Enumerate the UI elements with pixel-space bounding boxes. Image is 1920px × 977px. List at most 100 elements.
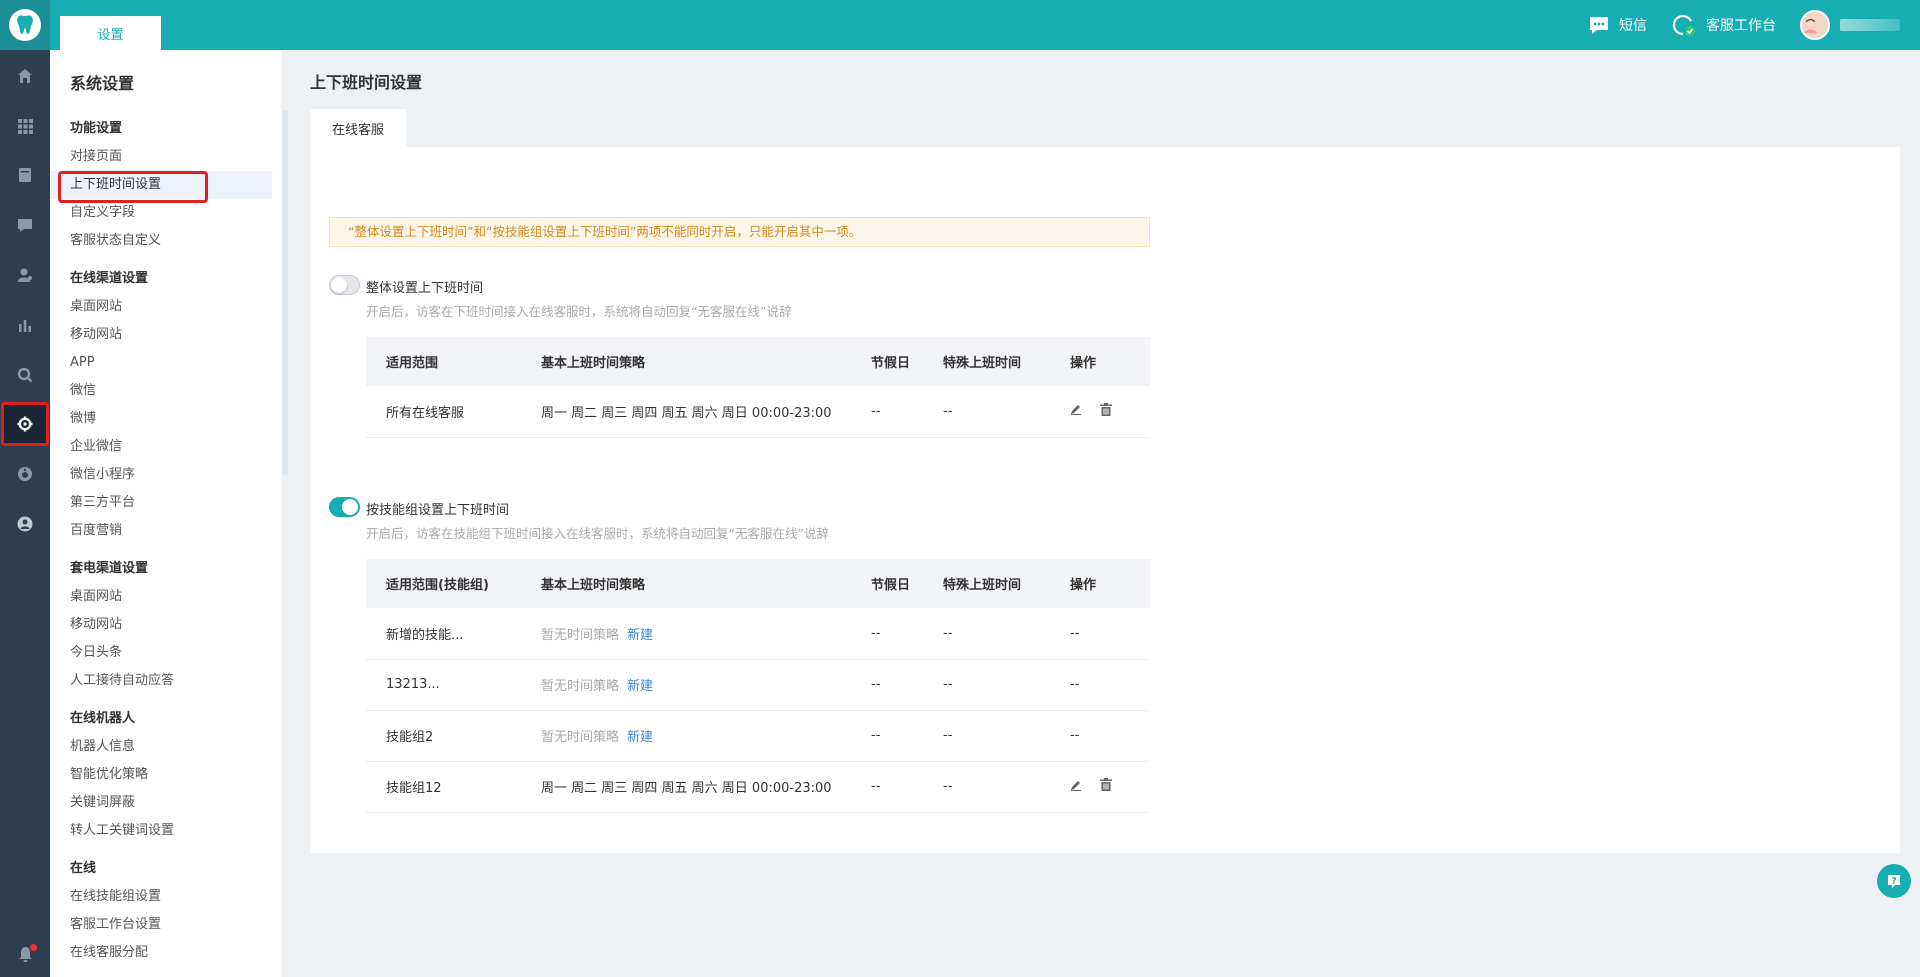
cell-scope: 所有在线客服 <box>366 386 521 438</box>
no-strategy-text: 暂无时间策略 <box>541 627 620 643</box>
sidebar-item-auto-reply[interactable]: 人工接待自动应答 <box>50 667 282 695</box>
sidebar-item-agent-status[interactable]: 客服状态自定义 <box>50 227 282 255</box>
delete-icon[interactable] <box>1100 402 1113 420</box>
stats-icon <box>19 320 31 332</box>
edit-icon[interactable] <box>1070 779 1082 795</box>
rail-notifications[interactable] <box>0 932 50 976</box>
cell-strategy: 暂无时间策略 新建 <box>521 608 851 660</box>
col-special: 特殊上班时间 <box>923 337 1050 386</box>
tooth-logo-icon <box>9 9 41 41</box>
table-row: 13213... 暂无时间策略 新建 -- -- -- <box>366 659 1150 711</box>
svg-text:?: ? <box>1891 877 1896 887</box>
rail-home[interactable] <box>0 54 50 98</box>
rail-user[interactable] <box>0 502 50 546</box>
sidebar-item-mobile-site[interactable]: 移动网站 <box>50 321 282 349</box>
rail-search[interactable] <box>0 353 50 397</box>
new-strategy-link[interactable]: 新建 <box>627 679 653 694</box>
cell-scope: 技能组12 <box>366 761 521 813</box>
section-feature-settings: 功能设置 <box>70 121 123 136</box>
settings-card: 在线客服 “整体设置上下班时间”和“按技能组设置上下班时间”两项不能同时开启，只… <box>310 109 1900 853</box>
help-button[interactable]: ? <box>1877 864 1911 898</box>
cell-special: -- <box>923 659 1050 711</box>
rail-documents[interactable] <box>0 153 50 197</box>
tab-settings[interactable]: 设置 <box>60 16 161 50</box>
rail-apps[interactable] <box>0 104 50 148</box>
col-holiday: 节假日 <box>851 559 923 608</box>
new-strategy-link[interactable]: 新建 <box>627 730 653 745</box>
rail-settings[interactable] <box>1 402 49 446</box>
search-icon <box>17 367 33 383</box>
sms-button[interactable]: 短信 <box>1588 15 1647 35</box>
sidebar-item-agent-allocation[interactable]: 在线客服分配 <box>50 939 282 967</box>
sidebar-item-lead-mobile[interactable]: 移动网站 <box>50 611 282 639</box>
edit-icon[interactable] <box>1070 403 1082 419</box>
sidebar-item-smart-strategy[interactable]: 智能优化策略 <box>50 761 282 789</box>
col-scope: 适用范围 <box>366 337 521 386</box>
cell-scope: 13213... <box>366 659 521 711</box>
avatar <box>1800 10 1830 40</box>
sidebar-item-custom-fields[interactable]: 自定义字段 <box>50 199 282 227</box>
new-strategy-link[interactable]: 新建 <box>627 628 653 643</box>
sidebar-item-wechat[interactable]: 微信 <box>50 377 282 405</box>
col-strategy: 基本上班时间策略 <box>521 559 851 608</box>
rail-chat[interactable] <box>0 203 50 247</box>
cell-holiday: -- <box>851 386 923 438</box>
table-row: 新增的技能... 暂无时间策略 新建 -- -- -- <box>366 608 1150 660</box>
cell-actions: -- <box>1050 608 1150 660</box>
cell-holiday: -- <box>851 710 923 762</box>
no-strategy-text: 暂无时间策略 <box>541 730 620 745</box>
workbench-label: 客服工作台 <box>1706 18 1776 34</box>
table-row: 所有在线客服 周一 周二 周三 周四 周五 周六 周日 00:00-23:00 … <box>366 386 1150 438</box>
col-actions: 操作 <box>1050 337 1150 386</box>
rail-stats[interactable] <box>0 303 50 347</box>
sidebar-item-robot-info[interactable]: 机器人信息 <box>50 733 282 761</box>
robot-icon <box>18 467 32 481</box>
tab-online-service[interactable]: 在线客服 <box>310 109 406 147</box>
sidebar-item-desktop-site[interactable]: 桌面网站 <box>50 293 282 321</box>
sidebar-item-weibo[interactable]: 微博 <box>50 405 282 433</box>
cell-special: -- <box>923 761 1050 813</box>
section-online: 在线 <box>70 861 97 876</box>
rail-visitors[interactable] <box>0 253 50 297</box>
cell-strategy: 周一 周二 周三 周四 周五 周六 周日 00:00-23:00 <box>521 386 851 438</box>
sidebar-item-skill-groups[interactable]: 在线技能组设置 <box>50 883 282 911</box>
cell-holiday: -- <box>851 608 923 660</box>
overall-toggle[interactable] <box>329 275 360 295</box>
col-special: 特殊上班时间 <box>923 559 1050 608</box>
sidebar-item-docking-page[interactable]: 对接页面 <box>50 143 282 171</box>
home-icon <box>18 69 32 83</box>
user-menu[interactable] <box>1800 10 1900 40</box>
chat-icon <box>18 218 32 232</box>
sidebar-item-lead-desktop[interactable]: 桌面网站 <box>50 583 282 611</box>
page-title: 上下班时间设置 <box>310 73 423 92</box>
cell-actions: -- <box>1050 710 1150 762</box>
table-row: 技能组12 周一 周二 周三 周四 周五 周六 周日 00:00-23:00 -… <box>366 761 1150 813</box>
workbench-button[interactable]: 客服工作台 <box>1671 13 1776 37</box>
group-toggle-desc: 开启后，访客在技能组下班时间接入在线客服时，系统将自动回复“无客服在线”说辞 <box>366 526 829 541</box>
sidebar-item-baidu[interactable]: 百度营销 <box>50 517 282 545</box>
sidebar-title: 系统设置 <box>70 74 135 93</box>
sidebar-item-workbench-settings[interactable]: 客服工作台设置 <box>50 911 282 939</box>
delete-icon[interactable] <box>1100 778 1113 795</box>
sidebar-item-wecom[interactable]: 企业微信 <box>50 433 282 461</box>
rail-robot[interactable] <box>0 452 50 496</box>
sidebar-item-toutiao[interactable]: 今日头条 <box>50 639 282 667</box>
sms-icon <box>1590 17 1608 34</box>
notification-badge <box>30 944 37 951</box>
sms-label: 短信 <box>1619 18 1647 34</box>
sidebar-item-transfer-keywords[interactable]: 转人工关键词设置 <box>50 817 282 845</box>
apps-grid-icon <box>17 118 33 134</box>
sidebar-item-app[interactable]: APP <box>50 349 282 377</box>
sidebar-item-work-hours[interactable]: 上下班时间设置 <box>50 171 272 203</box>
sidebar-item-keyword-block[interactable]: 关键词屏蔽 <box>50 789 282 817</box>
overall-toggle-label: 整体设置上下班时间 <box>366 281 484 296</box>
workbench-icon <box>1672 14 1695 36</box>
cell-scope: 技能组2 <box>366 710 521 762</box>
sidebar-item-mini-program[interactable]: 微信小程序 <box>50 461 282 489</box>
sidebar-item-third-party[interactable]: 第三方平台 <box>50 489 282 517</box>
group-toggle[interactable] <box>329 497 360 517</box>
overall-table: 适用范围 基本上班时间策略 节假日 特殊上班时间 操作 所有在线客服 周一 周二… <box>366 337 1150 438</box>
app-logo[interactable] <box>0 0 50 50</box>
group-table: 适用范围(技能组) 基本上班时间策略 节假日 特殊上班时间 操作 新增的技能..… <box>366 559 1150 813</box>
top-bar: 设置 短信 客服工作台 <box>0 0 1920 50</box>
